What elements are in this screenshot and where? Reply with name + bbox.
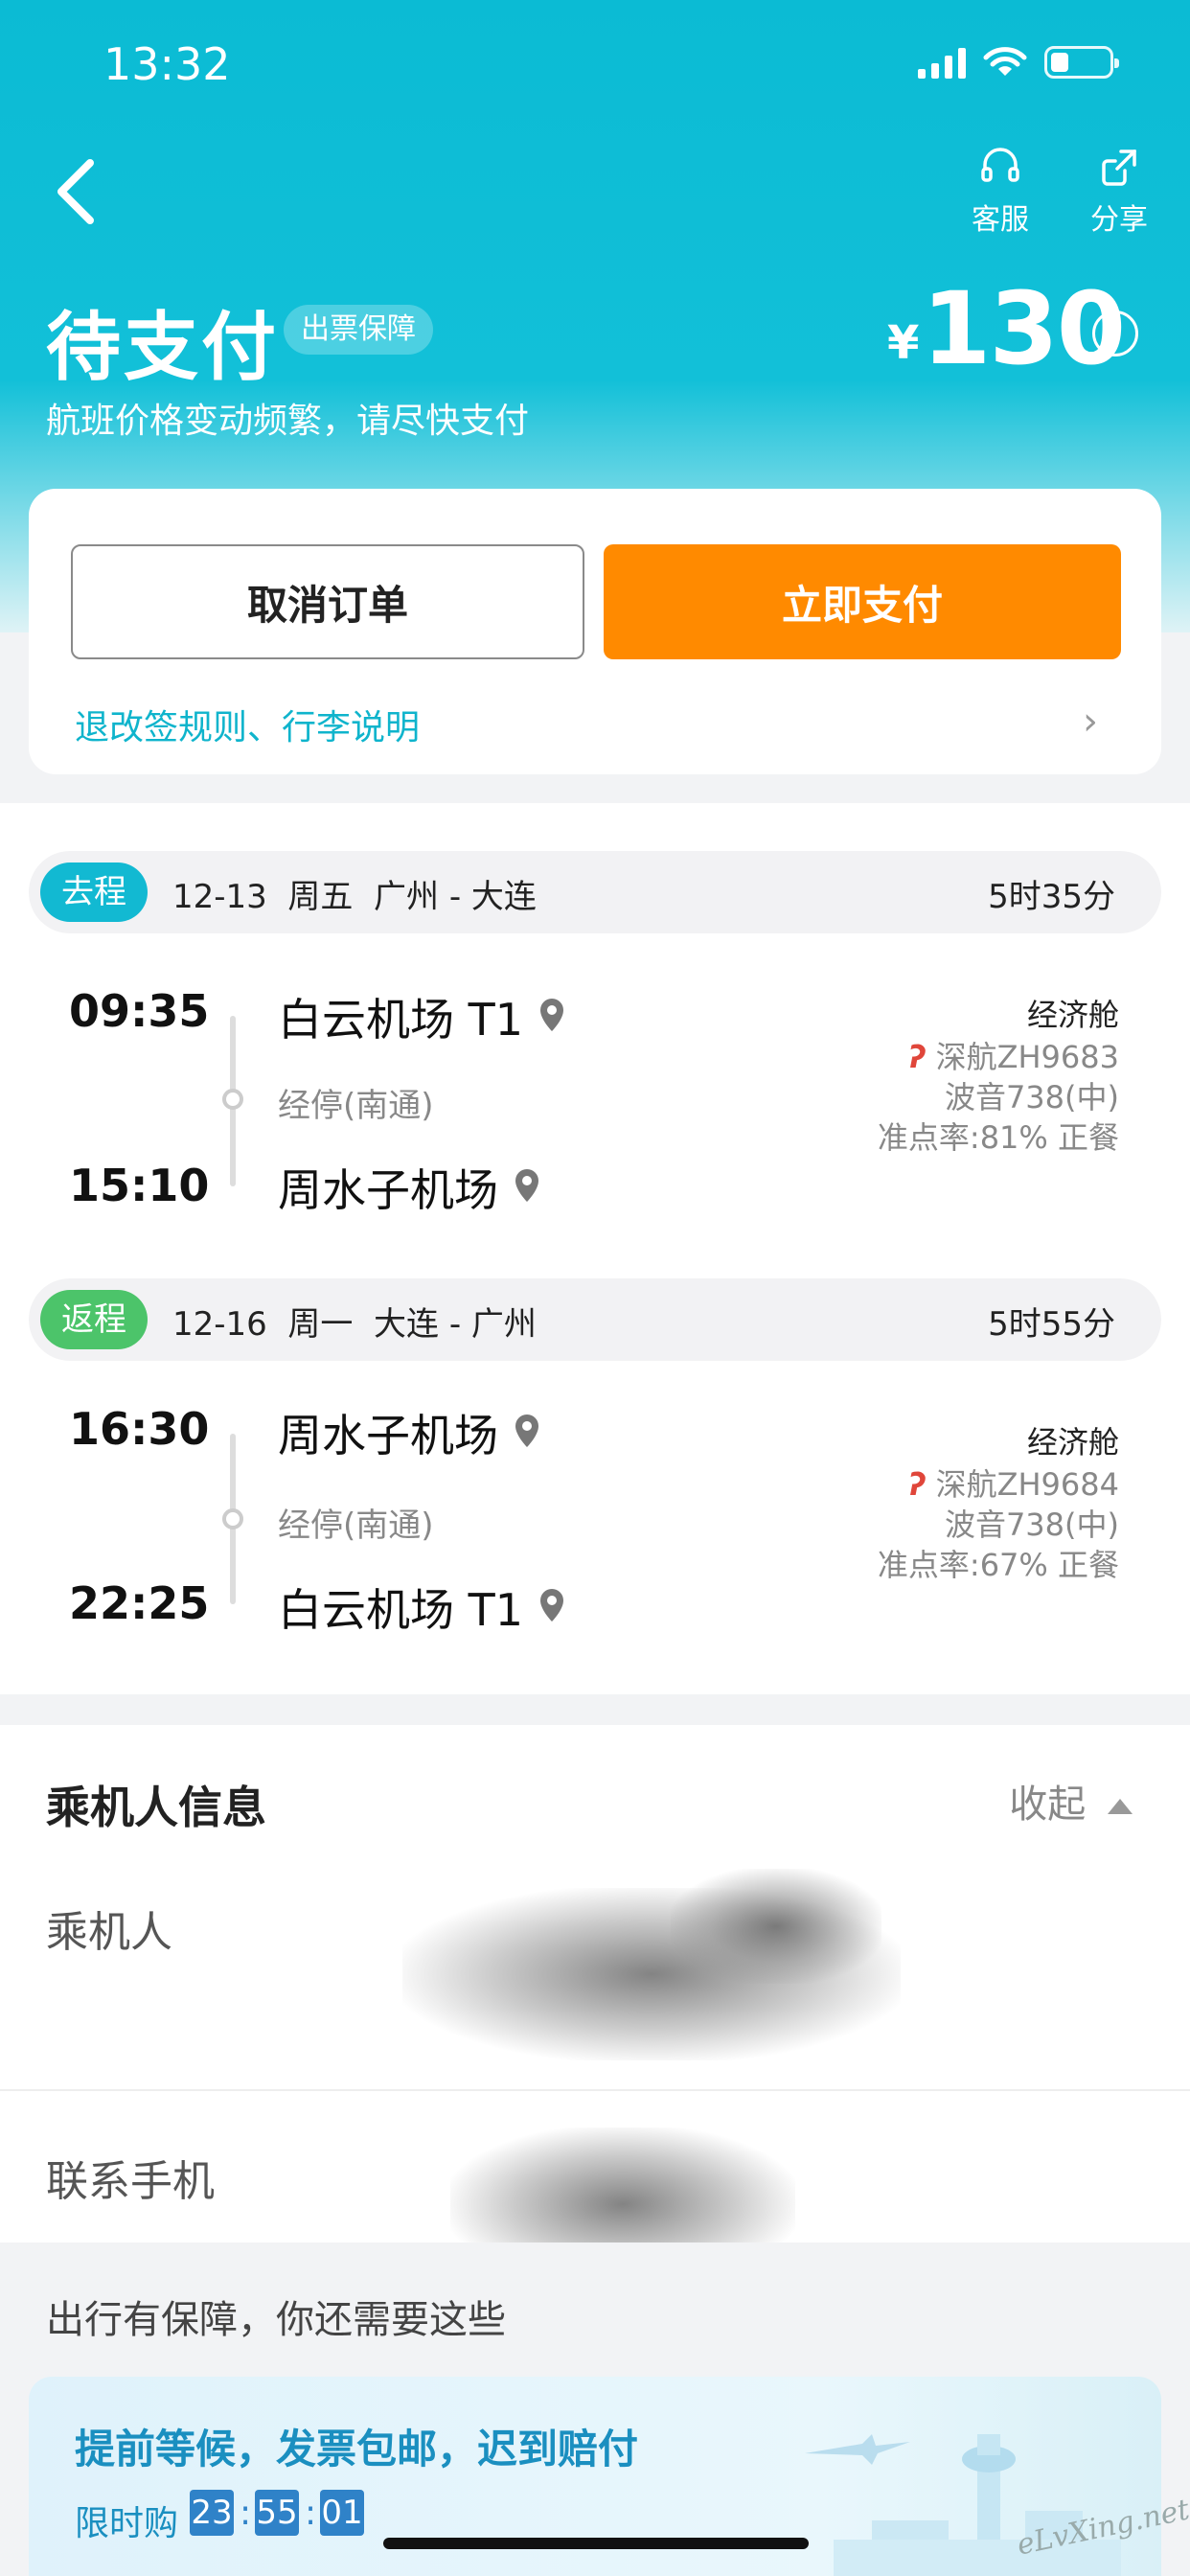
airline-logo-icon: ʔ <box>908 1039 927 1075</box>
outbound-flight-number: ʔ 深航ZH9683 <box>908 1039 1119 1075</box>
promo-text: 提前等候，发票包邮，迟到赔付 <box>75 2426 639 2472</box>
outbound-stopover: 经停(南通) <box>278 1087 434 1125</box>
collapse-label: 收起 <box>1009 1782 1087 1827</box>
passenger-name-label: 乘机人 <box>46 1908 172 1957</box>
outbound-arr-airport[interactable]: 周水子机场 <box>278 1156 541 1219</box>
share-button[interactable]: 分享 <box>1071 144 1167 238</box>
return-duration: 5时55分 <box>988 1305 1115 1344</box>
outbound-date-route: 12-13 周五 广州 - 大连 <box>172 878 537 916</box>
back-arrow-icon[interactable] <box>46 153 103 230</box>
collapse-toggle[interactable]: 收起 <box>1009 1773 1133 1828</box>
return-dep-time: 16:30 <box>69 1403 210 1455</box>
redaction-smudge <box>671 1869 881 1984</box>
price-info-icon[interactable]: i <box>1092 310 1138 356</box>
share-label: 分享 <box>1090 203 1148 237</box>
status-time: 13:32 <box>103 38 231 90</box>
stop-dot <box>222 1508 243 1530</box>
return-arr-airport[interactable]: 白云机场 T1 <box>278 1576 566 1639</box>
return-cabin: 经济舱 <box>1026 1424 1119 1460</box>
outbound-cabin: 经济舱 <box>1026 997 1119 1033</box>
cancel-order-button[interactable]: 取消订单 <box>71 544 584 659</box>
countdown-seconds: 01 <box>320 2490 364 2536</box>
divider <box>0 2089 1190 2091</box>
return-tag: 返程 <box>40 1290 148 1349</box>
pay-now-button[interactable]: 立即支付 <box>604 544 1121 659</box>
triangle-up-icon <box>1108 1799 1133 1814</box>
airport-name: 周水子机场 <box>278 1410 498 1461</box>
signal-icon <box>918 46 966 79</box>
outbound-dep-time: 09:35 <box>69 985 210 1037</box>
battery-icon <box>1044 46 1119 79</box>
airport-name: 白云机场 T1 <box>278 1584 523 1636</box>
countdown-separator: : <box>240 2494 252 2533</box>
outbound-arr-time: 15:10 <box>69 1160 210 1211</box>
outbound-punctuality: 准点率:81% 正餐 <box>877 1119 1119 1156</box>
airport-name: 白云机场 T1 <box>278 994 523 1046</box>
location-pin-icon <box>539 999 563 1031</box>
return-dep-airport[interactable]: 周水子机场 <box>278 1401 541 1464</box>
outbound-aircraft: 波音738(中) <box>944 1079 1119 1116</box>
outbound-tag: 去程 <box>40 862 148 922</box>
passenger-section-title: 乘机人信息 <box>46 1782 266 1833</box>
flight-itinerary-section: 去程 12-13 周五 广州 - 大连 5时35分 09:35 白云机场 T1 … <box>0 803 1190 1694</box>
customer-service-button[interactable]: 客服 <box>952 144 1048 238</box>
outbound-segment-header: 去程 12-13 周五 广州 - 大连 5时35分 <box>29 851 1161 933</box>
order-status-title: 待支付 <box>46 305 280 391</box>
share-icon <box>1102 150 1136 186</box>
airport-illustration-icon <box>805 2434 1121 2576</box>
passenger-info-section: 乘机人信息 收起 乘机人 联系手机 <box>0 1725 1190 2281</box>
outbound-duration: 5时35分 <box>988 878 1115 916</box>
price-warning-subtitle: 航班价格变动频繁，请尽快支付 <box>46 402 530 441</box>
countdown-separator: : <box>305 2494 317 2533</box>
return-date-route: 12-16 周一 大连 - 广州 <box>172 1305 537 1344</box>
extras-title: 出行有保障，你还需要这些 <box>46 2298 506 2342</box>
airline-logo-icon: ʔ <box>908 1466 927 1503</box>
wifi-icon <box>983 47 1027 76</box>
location-pin-icon <box>539 1589 563 1622</box>
extras-section: 出行有保障，你还需要这些 提前等候，发票包邮，迟到赔付 限时购 23 : 55 … <box>0 2242 1190 2576</box>
ticket-guarantee-badge[interactable]: 出票保障 <box>284 305 433 355</box>
location-pin-icon <box>515 1414 538 1447</box>
return-stopover: 经停(南通) <box>278 1506 434 1545</box>
return-flight-number: ʔ 深航ZH9684 <box>908 1466 1119 1503</box>
contact-phone-label: 联系手机 <box>46 2157 215 2206</box>
headset-icon <box>981 148 1019 182</box>
location-pin-icon <box>515 1169 538 1202</box>
home-indicator[interactable] <box>383 2538 809 2549</box>
airport-name: 周水子机场 <box>278 1164 498 1216</box>
return-segment-header: 返程 12-16 周一 大连 - 广州 5时55分 <box>29 1278 1161 1361</box>
return-punctuality: 准点率:67% 正餐 <box>877 1547 1119 1583</box>
refund-baggage-rules-link[interactable]: 退改签规则、行李说明 <box>75 700 420 749</box>
limited-offer-label: 限时购 <box>75 2504 179 2543</box>
return-arr-time: 22:25 <box>69 1577 210 1629</box>
chevron-right-icon[interactable]: › <box>1083 700 1098 744</box>
countdown-hours: 23 <box>190 2490 234 2536</box>
stop-dot <box>222 1089 243 1110</box>
countdown-minutes: 55 <box>255 2490 299 2536</box>
outbound-dep-airport[interactable]: 白云机场 T1 <box>278 985 566 1048</box>
currency-symbol: ¥ <box>887 316 920 370</box>
payment-action-card: 取消订单 立即支付 退改签规则、行李说明 › <box>29 489 1161 774</box>
service-label: 客服 <box>972 203 1029 237</box>
status-icons <box>918 40 1119 84</box>
return-aircraft: 波音738(中) <box>944 1506 1119 1543</box>
